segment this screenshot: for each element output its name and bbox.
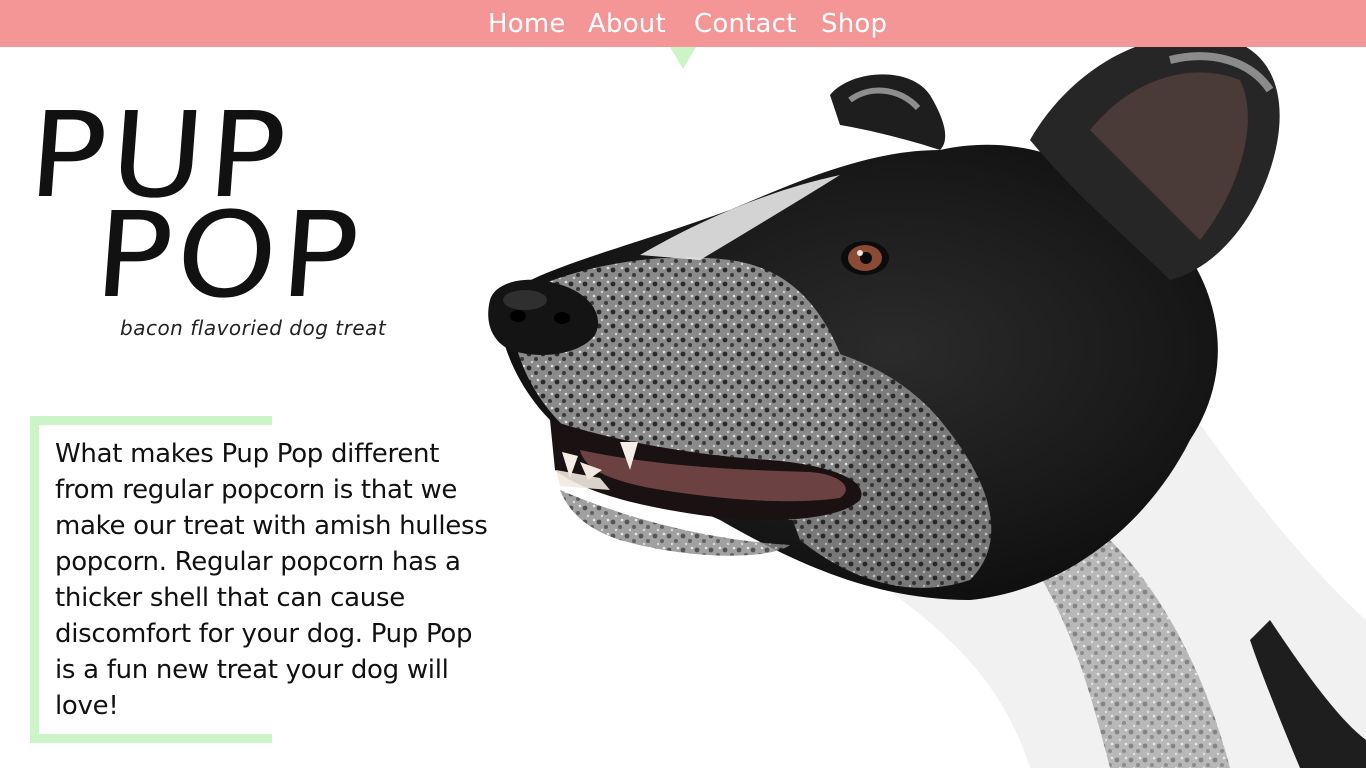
nav-contact-link[interactable]: Contact (694, 7, 797, 41)
logo-word-pop: POP (90, 186, 368, 324)
nav-shop-link[interactable]: Shop (821, 7, 887, 41)
about-section: What makes Pup Pop different from regula… (30, 416, 490, 743)
dog-hero-image (470, 0, 1366, 768)
nav-home-link[interactable]: Home (488, 7, 566, 41)
nav-active-indicator (670, 47, 696, 69)
about-description: What makes Pup Pop different from regula… (55, 439, 488, 721)
nav-about-link[interactable]: About (588, 7, 666, 41)
dog-illustration (488, 35, 1366, 768)
logo-tagline: bacon flavoried dog treat (120, 316, 387, 340)
bracket-top-border (30, 416, 272, 425)
main-nav: Home About Contact Shop (0, 0, 1366, 47)
bracket-left-border (30, 416, 39, 743)
bracket-bottom-border (30, 734, 272, 743)
brand-logo: PUP POP bacon flavoried dog treat (24, 86, 410, 348)
